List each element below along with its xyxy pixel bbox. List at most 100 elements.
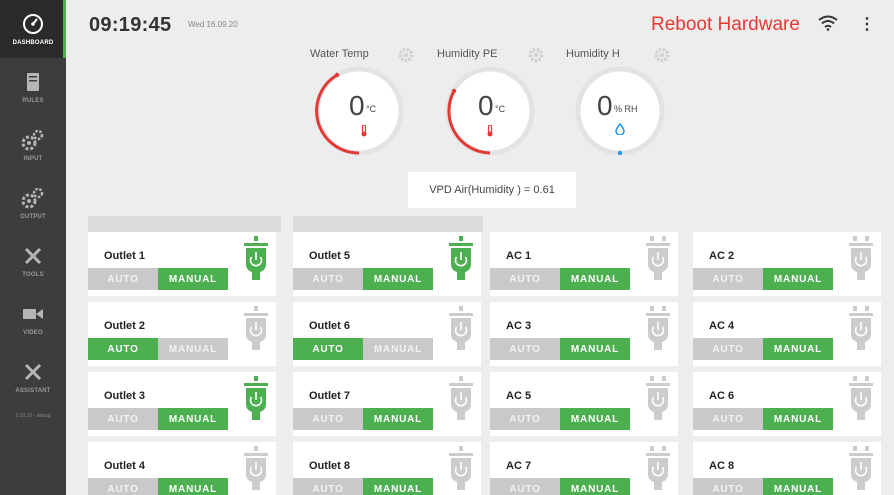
- manual-button[interactable]: MANUAL: [363, 478, 433, 495]
- manual-button[interactable]: MANUAL: [363, 338, 433, 360]
- auto-button[interactable]: AUTO: [490, 268, 560, 290]
- sidebar-item-label: TOOLS: [22, 272, 44, 278]
- gauge-title: Water Temp: [310, 48, 369, 60]
- manual-button[interactable]: MANUAL: [560, 268, 630, 290]
- gears-icon: [21, 186, 45, 210]
- auto-button[interactable]: AUTO: [693, 478, 763, 495]
- outlet-card: AC 1 AUTO MANUAL: [490, 232, 678, 296]
- sidebar: DASHBOARD RULES INPUT OUTPUT TOOLS VIDEO: [0, 0, 66, 495]
- auto-button[interactable]: AUTO: [88, 478, 158, 495]
- sidebar-item-assistant[interactable]: ASSISTANT: [0, 348, 66, 406]
- power-plug-icon[interactable]: [642, 236, 674, 291]
- outlet-card: AC 5 AUTO MANUAL: [490, 372, 678, 436]
- water-drop-icon: [615, 122, 625, 140]
- gauge-value: 0: [349, 90, 365, 121]
- sidebar-item-video[interactable]: VIDEO: [0, 290, 66, 348]
- outlet-card: Outlet 5 AUTO MANUAL: [293, 232, 481, 296]
- gauge-unit: °C: [366, 104, 377, 114]
- outlet-name: AC 6: [709, 390, 735, 402]
- auto-button[interactable]: AUTO: [88, 408, 158, 430]
- power-plug-icon[interactable]: [445, 236, 477, 291]
- manual-button[interactable]: MANUAL: [763, 338, 833, 360]
- sidebar-item-rules[interactable]: RULES: [0, 58, 66, 116]
- video-camera-icon: [23, 302, 43, 326]
- power-plug-icon[interactable]: [845, 236, 877, 291]
- outlet-name: AC 1: [506, 250, 532, 262]
- auto-button[interactable]: AUTO: [88, 338, 158, 360]
- manual-button[interactable]: MANUAL: [363, 408, 433, 430]
- speedometer-icon: [22, 12, 44, 36]
- outlet-name: Outlet 8: [309, 460, 350, 472]
- sidebar-item-input[interactable]: INPUT: [0, 116, 66, 174]
- book-icon: [26, 70, 40, 94]
- outlet-name: AC 5: [506, 390, 532, 402]
- manual-button[interactable]: MANUAL: [560, 338, 630, 360]
- thermometer-icon: [360, 124, 368, 142]
- manual-button[interactable]: MANUAL: [763, 268, 833, 290]
- outlet-name: Outlet 5: [309, 250, 350, 262]
- power-plug-icon[interactable]: [845, 306, 877, 361]
- auto-button[interactable]: AUTO: [490, 338, 560, 360]
- manual-button[interactable]: MANUAL: [158, 478, 228, 495]
- manual-button[interactable]: MANUAL: [158, 338, 228, 360]
- auto-button[interactable]: AUTO: [693, 408, 763, 430]
- manual-button[interactable]: MANUAL: [763, 408, 833, 430]
- sidebar-item-label: ASSISTANT: [15, 388, 51, 394]
- auto-button[interactable]: AUTO: [293, 268, 363, 290]
- power-plug-icon[interactable]: [845, 446, 877, 495]
- outlet-card: Outlet 7 AUTO MANUAL: [293, 372, 481, 436]
- outlet-name: Outlet 6: [309, 320, 350, 332]
- power-plug-icon[interactable]: [240, 376, 272, 431]
- thermometer-icon: [486, 124, 494, 142]
- power-plug-icon[interactable]: [445, 306, 477, 361]
- power-plug-icon[interactable]: [240, 236, 272, 291]
- outlet-card: Outlet 1 AUTO MANUAL: [88, 232, 276, 296]
- outlet-name: AC 4: [709, 320, 735, 332]
- manual-button[interactable]: MANUAL: [158, 268, 228, 290]
- auto-button[interactable]: AUTO: [88, 268, 158, 290]
- power-plug-icon[interactable]: [642, 446, 674, 495]
- auto-button[interactable]: AUTO: [293, 338, 363, 360]
- auto-button[interactable]: AUTO: [293, 408, 363, 430]
- auto-button[interactable]: AUTO: [693, 338, 763, 360]
- gears-icon: [21, 128, 45, 152]
- manual-button[interactable]: MANUAL: [560, 408, 630, 430]
- power-plug-icon[interactable]: [240, 446, 272, 495]
- outlet-card: Outlet 2 AUTO MANUAL: [88, 302, 276, 366]
- tools-icon: [23, 244, 43, 268]
- tools-icon: [23, 360, 43, 384]
- manual-button[interactable]: MANUAL: [763, 478, 833, 495]
- manual-button[interactable]: MANUAL: [363, 268, 433, 290]
- vpd-readout: VPD Air(Humidity ) = 0.61: [408, 172, 576, 208]
- more-menu-icon[interactable]: ⋮: [857, 16, 877, 36]
- outlet-name: Outlet 1: [104, 250, 145, 262]
- outlet-name: AC 7: [506, 460, 532, 472]
- wifi-icon[interactable]: [818, 15, 838, 36]
- power-plug-icon[interactable]: [445, 376, 477, 431]
- manual-button[interactable]: MANUAL: [158, 408, 228, 430]
- auto-button[interactable]: AUTO: [490, 478, 560, 495]
- outlet-card: AC 3 AUTO MANUAL: [490, 302, 678, 366]
- gauge-title: Humidity H: [566, 48, 620, 60]
- sidebar-item-label: OUTPUT: [20, 214, 46, 220]
- gauge-value: 0: [597, 90, 613, 121]
- sidebar-item-dashboard[interactable]: DASHBOARD: [0, 0, 66, 58]
- gauge-unit: % RH: [614, 104, 638, 114]
- sidebar-item-output[interactable]: OUTPUT: [0, 174, 66, 232]
- power-plug-icon[interactable]: [642, 376, 674, 431]
- sidebar-item-tools[interactable]: TOOLS: [0, 232, 66, 290]
- outlet-card: AC 4 AUTO MANUAL: [693, 302, 881, 366]
- power-plug-icon[interactable]: [845, 376, 877, 431]
- power-plug-icon[interactable]: [445, 446, 477, 495]
- gauge-title: Humidity PE: [437, 48, 498, 60]
- outlet-name: Outlet 4: [104, 460, 145, 472]
- reboot-hardware-button[interactable]: Reboot Hardware: [651, 14, 800, 36]
- auto-button[interactable]: AUTO: [693, 268, 763, 290]
- auto-button[interactable]: AUTO: [293, 478, 363, 495]
- power-plug-icon[interactable]: [642, 306, 674, 361]
- outlet-card: Outlet 4 AUTO MANUAL: [88, 442, 276, 495]
- sidebar-item-label: RULES: [22, 98, 44, 104]
- power-plug-icon[interactable]: [240, 306, 272, 361]
- auto-button[interactable]: AUTO: [490, 408, 560, 430]
- manual-button[interactable]: MANUAL: [560, 478, 630, 495]
